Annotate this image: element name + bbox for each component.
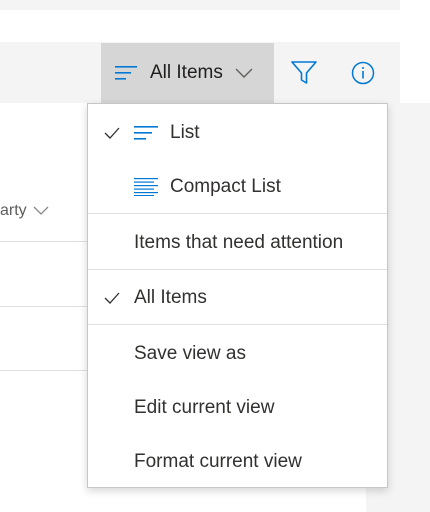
view-switcher-label: All Items <box>150 62 223 83</box>
menu-item-format-current-view[interactable]: Format current view <box>88 435 387 489</box>
filter-button[interactable] <box>286 55 322 91</box>
checkmark-icon <box>104 127 120 139</box>
top-strip <box>0 0 400 10</box>
menu-item-all-items[interactable]: All Items <box>88 271 387 325</box>
checkmark-icon <box>104 292 120 304</box>
menu-item-items-need-attention[interactable]: Items that need attention <box>88 216 387 270</box>
menu-item-label: List <box>170 122 200 143</box>
row-divider <box>0 241 88 242</box>
menu-item-edit-current-view[interactable]: Edit current view <box>88 381 387 435</box>
menu-divider <box>88 269 387 270</box>
menu-item-label: Edit current view <box>134 397 275 418</box>
view-dropdown-menu: List Compact List Items that need attent… <box>87 103 388 488</box>
menu-item-list[interactable]: List <box>88 106 387 160</box>
row-divider <box>0 370 88 371</box>
chevron-down-icon <box>235 68 253 78</box>
menu-item-label: Items that need attention <box>134 232 344 253</box>
info-button[interactable] <box>345 55 381 91</box>
menu-item-label: Compact List <box>170 176 281 197</box>
header-band <box>0 10 400 42</box>
menu-divider <box>88 213 387 214</box>
list-lines-icon <box>115 66 137 80</box>
menu-item-label: All Items <box>134 287 207 308</box>
menu-item-label: Save view as <box>134 343 246 364</box>
menu-item-save-view-as[interactable]: Save view as <box>88 327 387 381</box>
list-lines-icon <box>134 126 158 140</box>
info-icon <box>351 61 375 85</box>
filter-icon <box>291 61 317 84</box>
view-switcher-button[interactable]: All Items <box>101 43 274 103</box>
menu-divider <box>88 324 387 325</box>
compact-list-icon <box>134 178 158 196</box>
column-header[interactable]: arty <box>0 202 49 220</box>
row-divider <box>0 306 88 307</box>
column-header-label: arty <box>0 202 27 219</box>
menu-item-compact-list[interactable]: Compact List <box>88 160 387 214</box>
chevron-down-icon <box>33 206 49 215</box>
menu-item-label: Format current view <box>134 451 302 472</box>
